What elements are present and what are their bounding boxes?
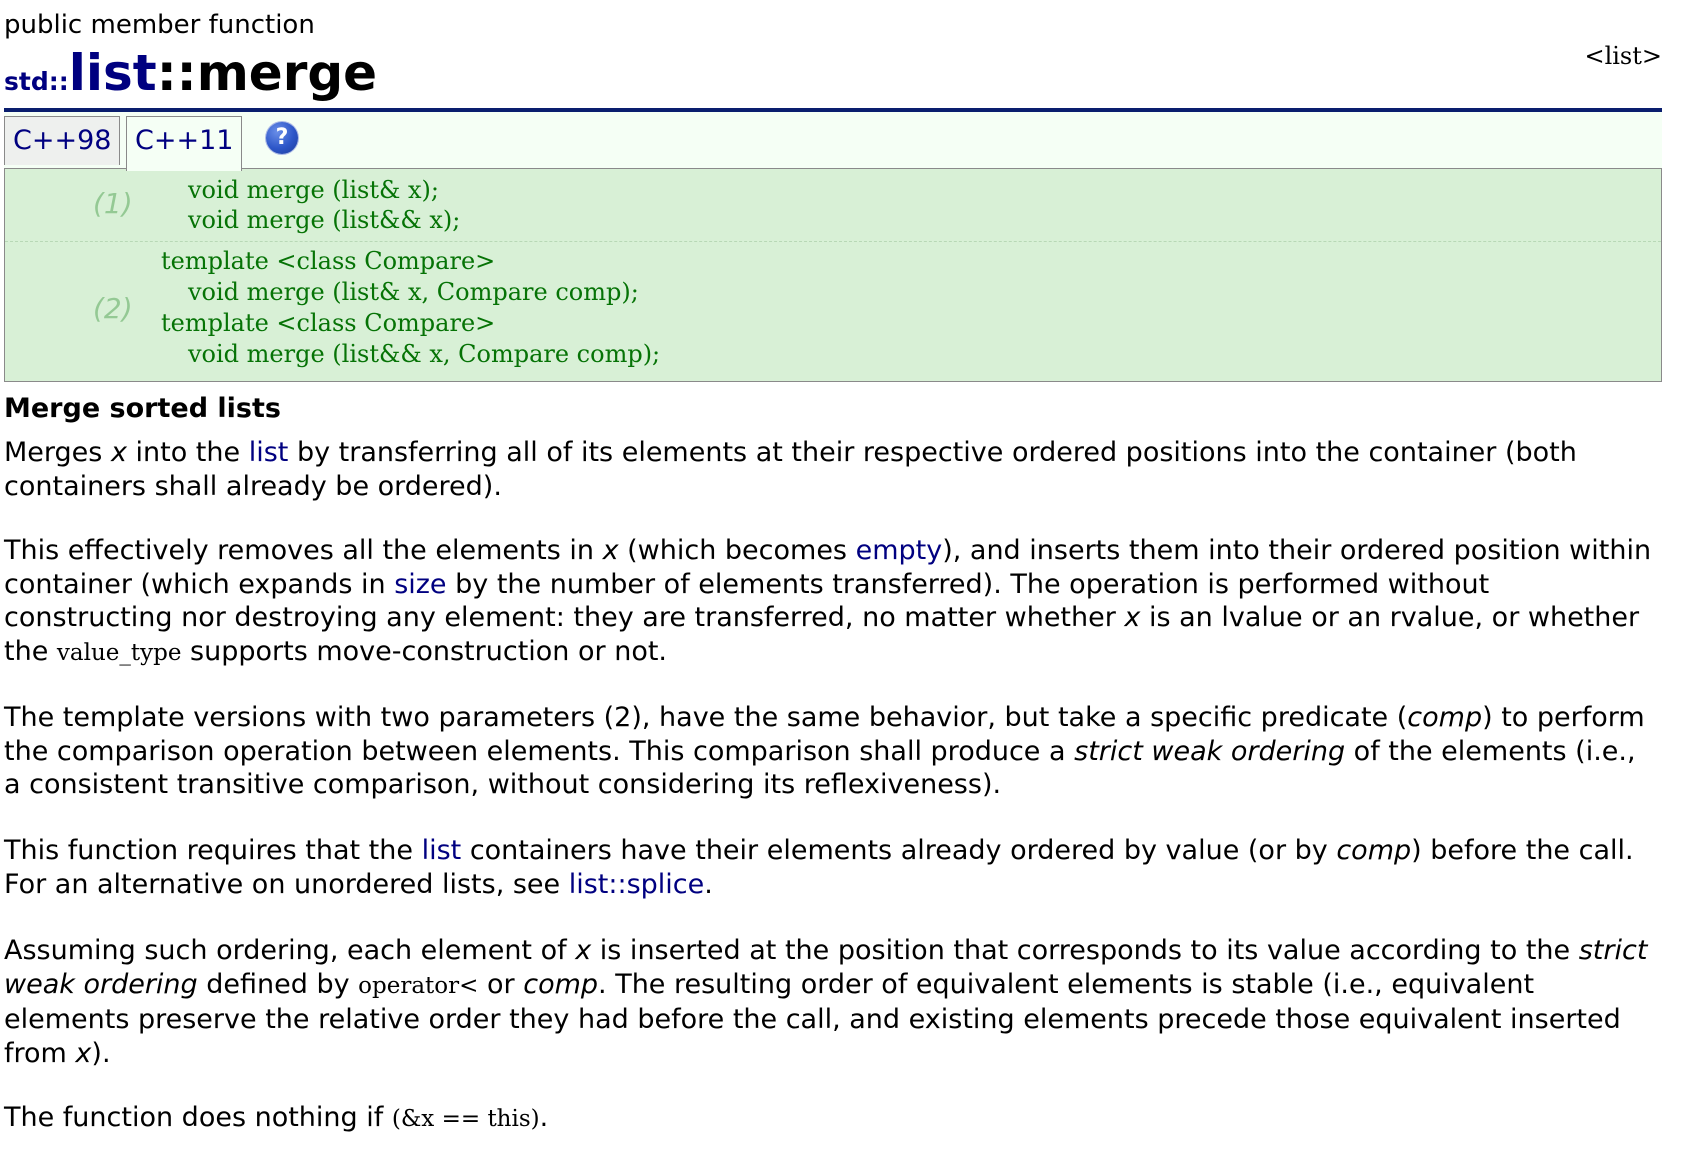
param-x: x	[110, 437, 127, 468]
text: is inserted at the position that corresp…	[591, 935, 1579, 966]
param-x: x	[75, 1037, 92, 1069]
prototype-line: template <class Compare>	[161, 247, 496, 275]
code-value-type: value_type	[56, 639, 182, 666]
prototype-line: void merge (list& x, Compare comp);	[188, 278, 639, 306]
member-kind-label: public member function	[4, 10, 315, 40]
title-function-name: merge	[196, 44, 378, 102]
header-library-link[interactable]: <list>	[1584, 42, 1662, 70]
link-list-splice[interactable]: list::splice	[569, 869, 705, 900]
link-empty[interactable]: empty	[856, 535, 943, 566]
paragraph-3: The template versions with two parameter…	[4, 701, 1660, 802]
prototype-group-2: (2) template <class Compare> void merge …	[5, 242, 1661, 380]
prototypes-box: (1) void merge (list& x); void merge (li…	[4, 168, 1662, 382]
param-comp: comp	[1336, 835, 1412, 866]
link-size[interactable]: size	[394, 569, 446, 600]
paragraph-4: This function requires that the list con…	[4, 834, 1660, 901]
prototype-group-1: (1) void merge (list& x); void merge (li…	[5, 169, 1661, 242]
text: supports move-construction or not.	[181, 635, 668, 667]
prototype-number-2: (2)	[93, 292, 133, 325]
text: containers have their elements already o…	[461, 835, 1337, 866]
text: .	[704, 868, 713, 900]
prototype-line: void merge (list& x);	[188, 176, 439, 204]
text: into the	[126, 437, 249, 468]
paragraph-2: This effectively removes all the element…	[4, 534, 1660, 670]
param-comp: comp	[1407, 702, 1483, 733]
text: The template versions with two parameter…	[4, 702, 1408, 733]
code-operator-less: operator<	[358, 972, 479, 999]
paragraph-6: The function does nothing if (&x == this…	[4, 1101, 1660, 1137]
paragraph-1: Merges x into the list by transferring a…	[4, 436, 1660, 503]
prototype-line: template <class Compare>	[161, 309, 496, 337]
param-comp: comp	[523, 968, 599, 1000]
text: This effectively removes all the element…	[4, 535, 603, 566]
tab-cpp98[interactable]: C++98	[4, 116, 121, 165]
text: ).	[91, 1037, 111, 1069]
param-x: x	[602, 535, 619, 566]
text: .	[539, 1102, 549, 1133]
param-x: x	[1124, 602, 1141, 633]
paragraph-5: Assuming such ordering, each element of …	[4, 934, 1660, 1070]
standard-tabs: C++98 C++11 ?	[4, 112, 1662, 171]
link-list[interactable]: list	[422, 835, 462, 866]
prototype-line: void merge (list&& x);	[188, 206, 461, 234]
text: (which becomes	[618, 535, 856, 566]
title-scope-separator: ::	[156, 44, 197, 102]
tab-cpp11[interactable]: C++11	[126, 116, 243, 171]
title-class-link[interactable]: list	[69, 44, 157, 102]
param-x: x	[575, 935, 592, 966]
link-list[interactable]: list	[249, 437, 289, 468]
title-namespace: std::	[4, 67, 69, 96]
text: The function does nothing if	[4, 1102, 392, 1133]
text: defined by	[197, 968, 359, 1000]
help-icon[interactable]: ?	[266, 122, 298, 154]
page-title: std::list::merge	[4, 44, 377, 104]
text: This function requires that the	[4, 835, 422, 866]
prototype-line: void merge (list&& x, Compare comp);	[188, 340, 661, 368]
prototype-number-1: (1)	[93, 187, 133, 220]
term-strict-weak-ordering: strict weak ordering	[1074, 735, 1346, 767]
text: or	[478, 968, 524, 1000]
text: Merges	[4, 437, 111, 468]
section-title: Merge sorted lists	[4, 393, 281, 424]
text: Assuming such ordering, each element of	[4, 935, 576, 966]
code-self-check: (&x == this)	[391, 1106, 540, 1132]
